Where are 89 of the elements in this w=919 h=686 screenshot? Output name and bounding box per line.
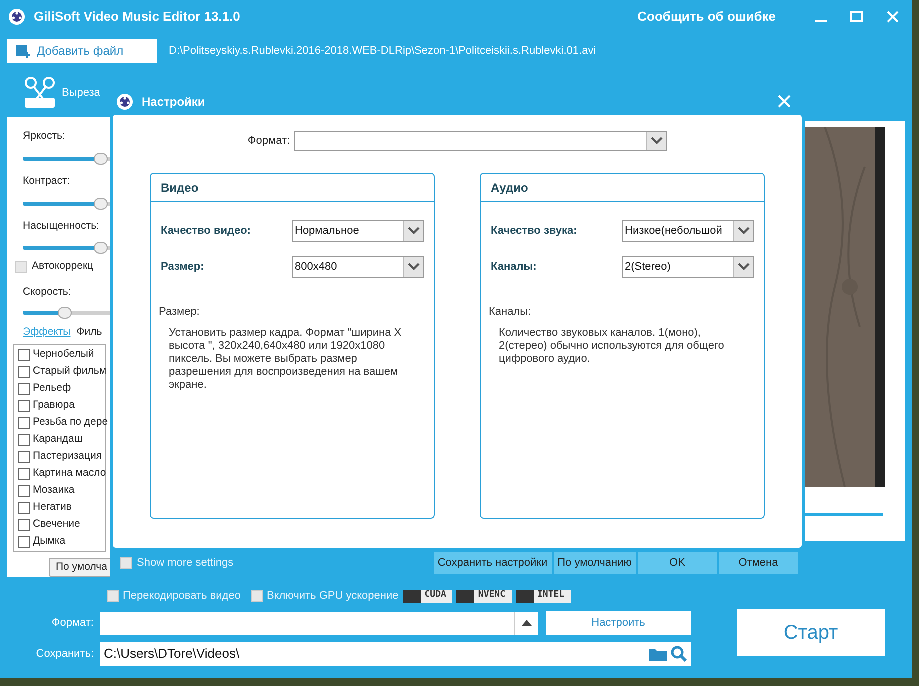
help-text: Установить размер кадра. Формат "ширина X высота ", 320x240,640x480 или 1920x1080 пиксель. Вы можете выбрать размер разрешения для воспроизведения на вашем экране.	[168, 326, 403, 392]
scissors-film-icon[interactable]	[22, 76, 58, 110]
panel-tab[interactable]: Филь	[76, 325, 102, 341]
effect-label: Гравюра	[33, 398, 75, 414]
slider-label: Контраст:	[23, 174, 70, 189]
dialog-button[interactable]: Отмена	[719, 552, 798, 574]
effect-label: Свечение	[33, 517, 80, 532]
window-title: GiliSoft Video Music Editor 13.1.0	[34, 8, 240, 26]
effect-label: Карандаш	[33, 432, 83, 448]
autocorrect-label: Автокоррекц	[32, 259, 94, 274]
slider-label: Насыщенность:	[23, 218, 100, 234]
effect-checkbox[interactable]	[18, 383, 30, 396]
field-dropdown[interactable]: Низкое(небольшой	[622, 220, 754, 242]
gpu-badge: CUDA	[402, 590, 452, 602]
field-label: Качество видео:	[161, 224, 252, 239]
format-label: Формат:	[248, 134, 290, 149]
slider-thumb[interactable]	[94, 198, 108, 210]
chevron-down-icon	[408, 263, 420, 271]
autocorrect-checkbox[interactable]	[15, 261, 27, 274]
help-text: Количество звуковых каналов. 1(моно), 2(стерео) обычно используются для общего цифрового аудио.	[498, 326, 726, 366]
format-dropdown[interactable]	[294, 131, 668, 151]
save-label: Сохранить:	[35, 646, 95, 662]
effect-label: Дымка	[33, 534, 66, 550]
group-title: Аудио	[481, 174, 764, 202]
effect-checkbox[interactable]	[18, 451, 30, 464]
effect-label: Чернобелый	[33, 347, 94, 362]
dialog-button[interactable]: Сохранить настройки	[434, 552, 552, 574]
speed-label: Скорость:	[23, 285, 72, 300]
field-dropdown[interactable]: 800x480	[292, 256, 424, 278]
recode-checkbox[interactable]	[107, 590, 119, 602]
effect-checkbox[interactable]	[18, 519, 30, 532]
field-dropdown[interactable]: Нормальное	[292, 220, 424, 242]
dialog-button[interactable]: По умолчанию	[554, 552, 636, 574]
folder-icon[interactable]	[649, 647, 667, 661]
effect-label: Старый фильм	[33, 364, 107, 380]
effect-checkbox[interactable]	[18, 536, 30, 548]
close-icon[interactable]	[886, 10, 900, 24]
app-logo-icon	[8, 8, 26, 26]
help-title: Каналы:	[488, 305, 532, 320]
format-label: Формат:	[50, 616, 95, 631]
format-field[interactable]	[100, 612, 538, 634]
effect-checkbox[interactable]	[18, 400, 30, 412]
slider-label: Яркость:	[23, 129, 66, 144]
recode-label: Перекодировать видео	[123, 588, 241, 604]
effect-checkbox[interactable]	[18, 468, 30, 480]
gpu-badge: INTEL	[516, 590, 571, 602]
configure-button[interactable]: Настроить	[546, 611, 691, 635]
effect-checkbox[interactable]	[18, 434, 30, 446]
dialog-logo-icon	[116, 92, 134, 110]
slider-thumb[interactable]	[94, 242, 108, 254]
maximize-icon[interactable]	[850, 10, 864, 24]
close-icon[interactable]	[778, 95, 791, 108]
effect-checkbox[interactable]	[18, 366, 30, 378]
gpu-badge: NVENC	[456, 590, 512, 602]
caret-up-icon	[522, 620, 532, 626]
show-more-label: Show more settings	[137, 556, 234, 571]
effect-checkbox[interactable]	[18, 417, 30, 430]
effect-label: Негатив	[33, 500, 72, 516]
field-label: Качество звука:	[491, 224, 578, 239]
field-label: Размер:	[161, 260, 206, 275]
file-path: D:\Politseyskiy.s.Rublevki.2016-2018.WEB-DLRip\Sezon-1\Politceiskii.s.Rublevki.01.avi	[169, 44, 596, 59]
show-more-checkbox[interactable]	[120, 557, 132, 569]
effect-label: Мозаика	[33, 483, 75, 498]
effect-label: Рельеф	[33, 381, 72, 396]
effect-label: Пастеризация	[33, 449, 102, 464]
chevron-down-icon	[650, 137, 663, 145]
chevron-down-icon	[408, 227, 420, 235]
help-title: Размер:	[158, 305, 201, 320]
field-dropdown[interactable]: 2(Stereo)	[622, 256, 754, 278]
effect-label: Картина масло	[33, 466, 106, 482]
gpu-checkbox[interactable]	[250, 590, 263, 602]
dialog-button[interactable]: OK	[638, 552, 717, 574]
dialog-title: Настройки	[142, 94, 206, 110]
start-button[interactable]: Старт	[737, 609, 885, 656]
effect-checkbox[interactable]	[18, 485, 30, 498]
slider-thumb[interactable]	[58, 306, 72, 319]
effect-checkbox[interactable]	[18, 502, 30, 514]
effect-checkbox[interactable]	[18, 349, 30, 362]
gpu-label: Включить GPU ускорение	[266, 588, 399, 604]
chevron-down-icon	[738, 227, 750, 235]
save-path-field[interactable]: C:\Users\DTore\Videos\	[100, 642, 691, 666]
field-label: Каналы:	[491, 260, 538, 275]
group-title: Видео	[151, 174, 434, 202]
chevron-down-icon	[738, 263, 750, 271]
add-file-icon	[15, 43, 31, 59]
add-file-button[interactable]: Добавить файл	[7, 39, 157, 63]
slider-thumb[interactable]	[94, 152, 108, 165]
search-icon[interactable]	[671, 646, 687, 662]
effect-label: Резьба по дере	[33, 415, 108, 430]
